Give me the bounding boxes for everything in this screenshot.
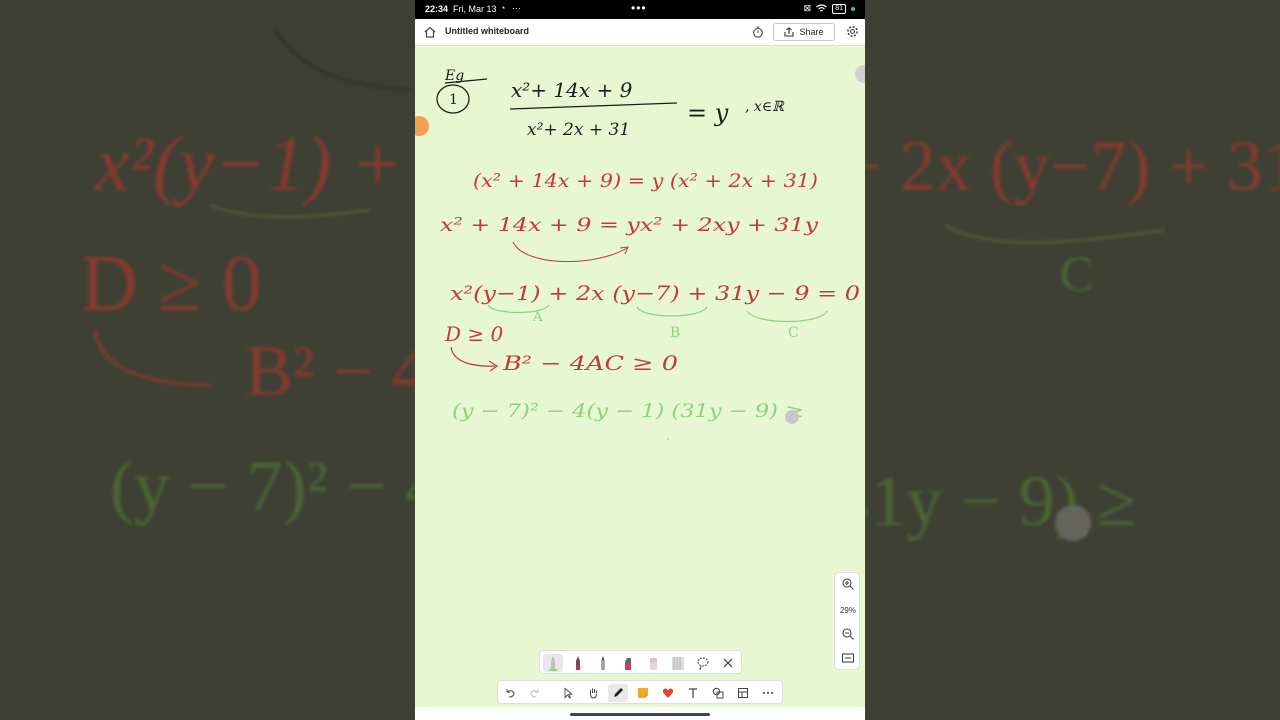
reactions-button[interactable]	[658, 684, 678, 702]
ink-label-b: B	[670, 325, 680, 341]
app-toolbar: Untitled whiteboard Share	[415, 19, 865, 46]
whiteboard-title[interactable]: Untitled whiteboard	[445, 26, 529, 36]
undo-button[interactable]	[500, 684, 520, 702]
bg-left-cond: D ≥ 0	[80, 240, 262, 328]
heart-icon	[662, 688, 674, 698]
background-blur-left: x²(y−1) + 2x (y−7) + 31y − 9 = 0 D ≥ 0 B…	[0, 0, 415, 720]
ink-example-number: 1	[449, 92, 458, 108]
bg-right-step4: (y − 7)² − 4(y − 1) (31y − 9) ≥	[865, 461, 1136, 541]
pen-tool-button[interactable]	[608, 684, 628, 702]
sticky-note-button[interactable]	[633, 684, 653, 702]
pen-green-icon[interactable]	[543, 654, 563, 672]
status-right: ⊠ 81	[804, 3, 855, 14]
zoom-out-icon[interactable]	[841, 627, 855, 641]
charging-dot-icon	[851, 6, 855, 11]
more-button[interactable]	[758, 684, 778, 702]
text-tool-button[interactable]	[683, 684, 703, 702]
bg-right-expr: x²(y−1) + 2x (y−7) + 31y − 9 = 0	[865, 126, 1280, 206]
zoom-level: 29%	[839, 606, 856, 615]
bg-left-disc: B² − 4AC ≥ 0	[245, 331, 415, 411]
share-label: Share	[799, 27, 824, 37]
templates-button[interactable]	[733, 684, 753, 702]
hand-icon	[590, 688, 597, 699]
wifi-icon	[816, 4, 828, 12]
pen-tray	[539, 650, 742, 674]
home-indicator[interactable]	[570, 713, 710, 716]
undo-icon	[506, 689, 515, 698]
pen-cursor	[785, 410, 799, 424]
gear-icon[interactable]	[846, 25, 859, 38]
background-blur-right: x²(y−1) + 2x (y−7) + 31y − 9 = 0 C (y − …	[865, 0, 1280, 720]
zoom-panel: 29%	[834, 572, 860, 670]
zoom-in-icon[interactable]	[841, 577, 855, 591]
templates-icon	[738, 688, 748, 698]
more-icon	[763, 692, 773, 694]
redo-button[interactable]	[525, 684, 545, 702]
ink-denominator: x²+ 2x + 31	[527, 120, 630, 140]
hand-tool-button[interactable]	[583, 684, 603, 702]
close-icon[interactable]	[718, 654, 738, 672]
status-time: 22:34	[425, 4, 449, 14]
timer-icon[interactable]	[752, 26, 764, 38]
close-tabs-icon: ⊠	[803, 3, 812, 13]
share-button[interactable]: Share	[773, 23, 835, 41]
text-icon	[689, 688, 697, 698]
ink-domain: , x∈ℝ	[745, 99, 785, 115]
ink-numerator: x²+ 14x + 9	[511, 78, 633, 102]
battery-icon: 81	[832, 3, 846, 14]
shapes-button[interactable]	[708, 684, 728, 702]
ink-step4: (y − 7)² − 4(y − 1) (31y − 9) ≥	[452, 400, 804, 422]
ink-discriminant: B² − 4AC ≥ 0	[502, 351, 679, 375]
ink-label-a: A	[532, 310, 543, 325]
redo-icon	[530, 689, 539, 698]
pointer-icon	[564, 687, 573, 699]
select-tool-button[interactable]	[558, 684, 578, 702]
home-icon[interactable]	[423, 25, 437, 39]
status-bar: 22:34 Fri, Mar 13 ◔ ⋯ ••• ⊠ 81	[415, 0, 865, 19]
pen-red-icon[interactable]	[568, 654, 588, 672]
ruler-icon[interactable]	[668, 654, 688, 672]
fit-to-screen-icon[interactable]	[841, 651, 855, 665]
ink-equals-y: = y	[687, 99, 729, 127]
whiteboard-canvas[interactable]: Eg 1 x²+ 14x + 9 x²+ 2x + 31 = y , x∈ℝ (…	[415, 45, 865, 685]
status-date: Fri, Mar 13	[453, 4, 497, 14]
notification-icons: ◔ ⋯	[500, 3, 523, 13]
bg-left-expr: x²(y−1) + 2x (y−7) + 31y − 9 = 0	[94, 120, 415, 207]
bg-left-step4: (y − 7)² − 4(y − 1) (31y − 9) ≥	[110, 446, 415, 526]
device-screen: 22:34 Fri, Mar 13 ◔ ⋯ ••• ⊠ 81 Untitled …	[415, 0, 865, 720]
pen-icon	[614, 688, 623, 697]
share-icon	[784, 27, 795, 37]
battery-level: 81	[835, 4, 843, 12]
highlighter-pink-icon[interactable]	[618, 654, 638, 672]
multitask-dots-icon[interactable]: •••	[631, 1, 647, 15]
eraser-icon[interactable]	[643, 654, 663, 672]
pen-black-icon[interactable]	[593, 654, 613, 672]
ink-label-c: C	[788, 325, 799, 341]
bg-right-label-c: C	[1060, 245, 1093, 301]
lasso-icon[interactable]	[693, 654, 713, 672]
ink-condition: D ≥ 0	[444, 322, 504, 346]
sticky-note-icon	[638, 688, 648, 698]
tools-bar	[497, 680, 783, 704]
shapes-icon	[712, 687, 724, 699]
ink-step1: (x² + 14x + 9) = y (x² + 2x + 31)	[473, 170, 818, 192]
ink-step3: x²(y−1) + 2x (y−7) + 31y − 9 = 0	[450, 281, 860, 305]
ink-step2: x² + 14x + 9 = yx² + 2xy + 31y	[440, 214, 818, 236]
